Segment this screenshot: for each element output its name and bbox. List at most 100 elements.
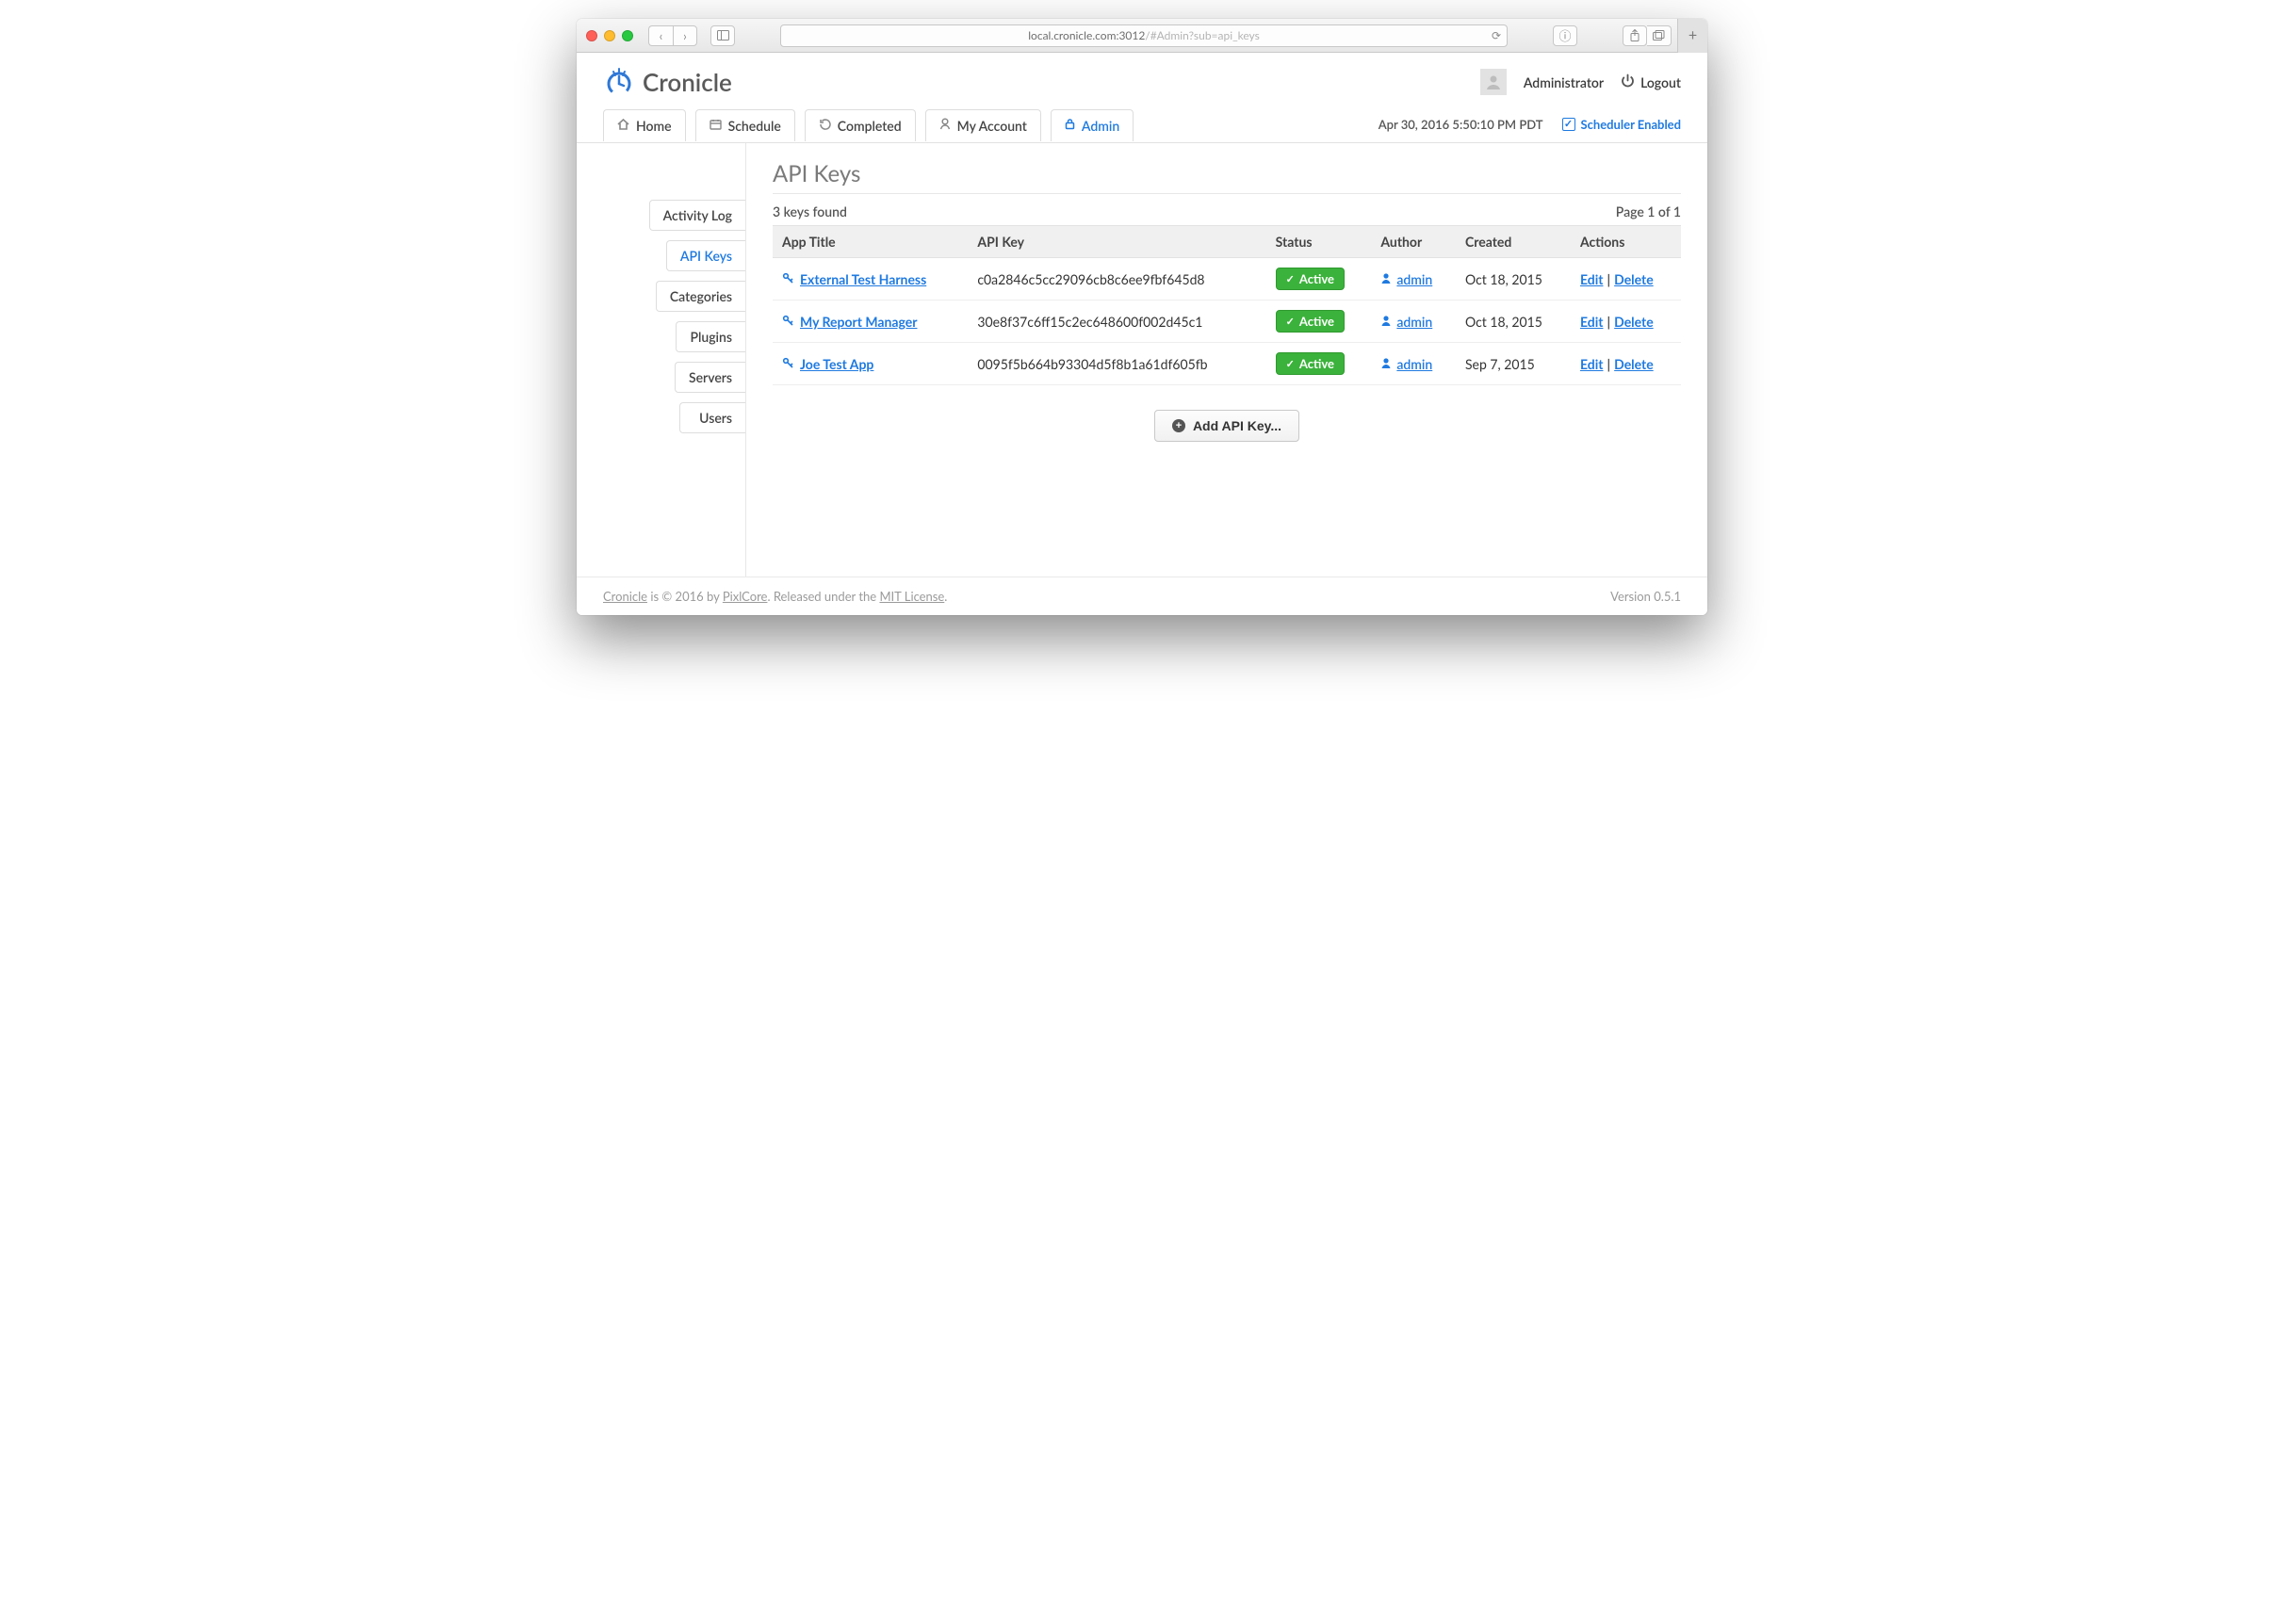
window-zoom-icon[interactable]	[622, 30, 633, 41]
url-path: /#Admin?sub=api_keys	[1145, 28, 1260, 42]
forward-button[interactable]: ›	[673, 25, 697, 46]
user-icon	[1380, 356, 1392, 372]
lock-icon	[1065, 118, 1075, 133]
footer-version: Version 0.5.1	[1610, 589, 1681, 604]
logout-link[interactable]: Logout	[1621, 73, 1681, 90]
status-badge: ✓Active	[1276, 310, 1345, 333]
table-row: External Test Harnessc0a2846c5cc29096cb8…	[773, 258, 1681, 300]
plus-circle-icon: +	[1172, 419, 1185, 432]
edit-link[interactable]: Edit	[1580, 271, 1604, 287]
tab-label: My Account	[957, 118, 1027, 134]
window-close-icon[interactable]	[586, 30, 597, 41]
browser-titlebar: ‹ › local.cronicle.com:3012/#Admin?sub=a…	[577, 19, 1707, 53]
sidebar-item-users[interactable]: Users	[679, 402, 745, 433]
sidebar-item-servers[interactable]: Servers	[675, 362, 745, 393]
reload-icon[interactable]: ⟳	[1492, 28, 1501, 42]
api-keys-table: App Title API Key Status Author Created …	[773, 225, 1681, 385]
table-row: My Report Manager30e8f37c6ff15c2ec648600…	[773, 300, 1681, 343]
key-icon	[782, 314, 794, 330]
brand-name: Cronicle	[643, 67, 732, 97]
tab-my-account[interactable]: My Account	[925, 109, 1041, 141]
url-host: local.cronicle.com:3012	[1028, 28, 1145, 42]
created-date: Oct 18, 2015	[1456, 300, 1571, 343]
add-api-key-button[interactable]: + Add API Key...	[1154, 410, 1299, 442]
tab-schedule[interactable]: Schedule	[695, 109, 795, 141]
user-icon	[939, 118, 951, 133]
status-badge: ✓Active	[1276, 268, 1345, 290]
window-minimize-icon[interactable]	[604, 30, 615, 41]
api-key-value: 0095f5b664b93304d5f8b1a61df605fb	[968, 343, 1265, 385]
sidebar-item-plugins[interactable]: Plugins	[676, 321, 745, 352]
edit-link[interactable]: Edit	[1580, 314, 1604, 330]
tab-admin[interactable]: Admin	[1051, 109, 1134, 141]
tab-label: Admin	[1082, 118, 1119, 134]
add-api-key-label: Add API Key...	[1193, 418, 1281, 433]
content: API Keys 3 keys found Page 1 of 1 App Ti…	[746, 143, 1707, 577]
app-title-link[interactable]: Joe Test App	[800, 356, 873, 372]
footer-product-link[interactable]: Cronicle	[603, 589, 647, 604]
page-label: Page 1 of 1	[1616, 203, 1681, 219]
back-button[interactable]: ‹	[648, 25, 673, 46]
check-icon: ✓	[1286, 358, 1295, 370]
admin-sidebar: Activity Log API Keys Categories Plugins…	[577, 143, 746, 577]
tabs-button[interactable]	[1647, 25, 1672, 46]
status-badge: ✓Active	[1276, 352, 1345, 375]
address-bar[interactable]: local.cronicle.com:3012/#Admin?sub=api_k…	[780, 24, 1508, 47]
footer-company-link[interactable]: PixlCore	[723, 589, 768, 604]
main: Activity Log API Keys Categories Plugins…	[577, 143, 1707, 577]
tab-completed[interactable]: Completed	[805, 109, 916, 141]
check-icon: ✓	[1286, 273, 1295, 285]
footer-text: Cronicle is © 2016 by PixlCore. Released…	[603, 589, 947, 604]
window-controls	[586, 30, 633, 41]
table-meta: 3 keys found Page 1 of 1	[773, 200, 1681, 223]
col-created: Created	[1456, 226, 1571, 258]
delete-link[interactable]: Delete	[1614, 271, 1654, 287]
home-icon	[617, 118, 629, 133]
sidebar-item-api-keys[interactable]: API Keys	[666, 240, 745, 271]
delete-link[interactable]: Delete	[1614, 314, 1654, 330]
tab-label: Completed	[838, 118, 902, 134]
toolbar-right: +	[1623, 19, 1698, 53]
app-title-link[interactable]: External Test Harness	[800, 271, 926, 287]
clock-label: Apr 30, 2016 5:50:10 PM PDT	[1379, 117, 1543, 132]
reader-button[interactable]: ⓘ	[1553, 25, 1577, 46]
col-author: Author	[1371, 226, 1456, 258]
scheduler-label: Scheduler Enabled	[1581, 117, 1681, 132]
sidebar-toggle-button[interactable]	[710, 25, 735, 46]
author-link[interactable]: admin	[1380, 314, 1432, 330]
delete-link[interactable]: Delete	[1614, 356, 1654, 372]
app-header: Cronicle Administrator Logout	[577, 53, 1707, 106]
avatar[interactable]	[1480, 69, 1507, 95]
tab-label: Schedule	[728, 118, 781, 134]
edit-link[interactable]: Edit	[1580, 356, 1604, 372]
key-icon	[782, 356, 794, 372]
footer: Cronicle is © 2016 by PixlCore. Released…	[577, 577, 1707, 615]
sidebar-item-activity-log[interactable]: Activity Log	[649, 200, 745, 231]
new-tab-button[interactable]: +	[1677, 19, 1707, 53]
scheduler-toggle[interactable]: ✓ Scheduler Enabled	[1562, 117, 1681, 132]
sidebar-item-categories[interactable]: Categories	[656, 281, 745, 312]
tab-home[interactable]: Home	[603, 109, 686, 141]
logout-label: Logout	[1640, 74, 1681, 90]
footer-license-link[interactable]: MIT License	[879, 589, 944, 604]
calendar-icon	[710, 118, 722, 133]
brand-logo-icon	[603, 66, 635, 98]
user-name[interactable]: Administrator	[1524, 74, 1604, 90]
author-link[interactable]: admin	[1380, 271, 1432, 287]
user-icon	[1380, 271, 1392, 287]
power-icon	[1621, 73, 1635, 90]
divider	[773, 193, 1681, 194]
browser-window: ‹ › local.cronicle.com:3012/#Admin?sub=a…	[577, 19, 1707, 615]
app-title-link[interactable]: My Report Manager	[800, 314, 917, 330]
nav-back-forward: ‹ ›	[648, 25, 697, 46]
count-label: 3 keys found	[773, 203, 847, 219]
col-api-key: API Key	[968, 226, 1265, 258]
page-title: API Keys	[773, 160, 1681, 187]
share-button[interactable]	[1623, 25, 1647, 46]
table-row: Joe Test App 0095f5b664b93304d5f8b1a61df6…	[773, 343, 1681, 385]
history-icon	[819, 118, 831, 133]
author-link[interactable]: admin	[1380, 356, 1432, 372]
check-icon: ✓	[1286, 316, 1295, 328]
brand[interactable]: Cronicle	[603, 66, 732, 98]
col-app-title: App Title	[773, 226, 968, 258]
